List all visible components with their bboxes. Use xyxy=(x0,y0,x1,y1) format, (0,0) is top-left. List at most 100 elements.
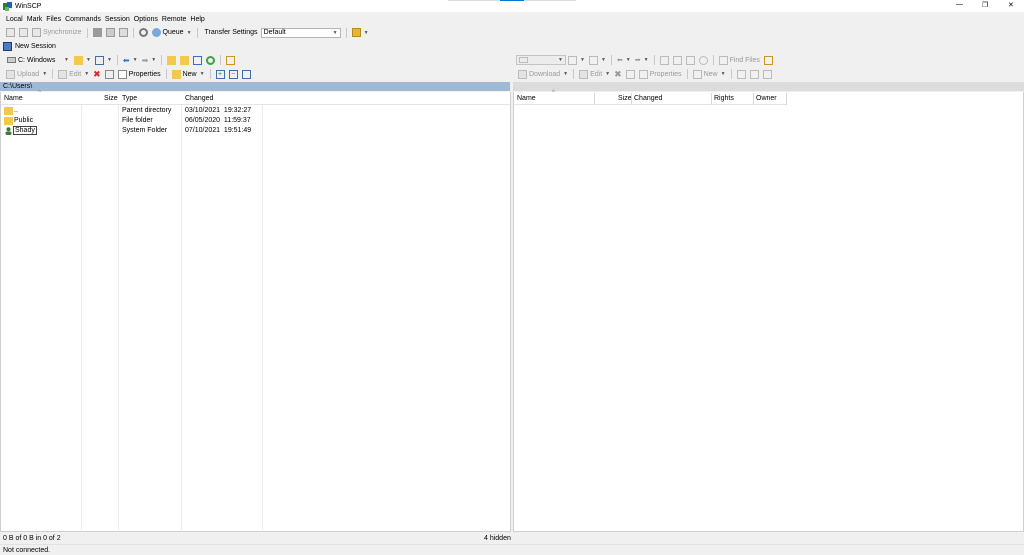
right-column-divider xyxy=(594,93,595,105)
menu-remote[interactable]: Remote xyxy=(162,16,187,23)
right-files-toolbar: Download ▼ Edit ▼ ✖ Properties New ▼ xyxy=(516,68,774,80)
file-name: .. xyxy=(14,107,18,114)
delete-button[interactable]: ✖ xyxy=(612,68,624,80)
chevron-down-icon: ▼ xyxy=(86,57,91,63)
drive-icon xyxy=(7,57,16,63)
edit-button[interactable]: Edit ▼ xyxy=(577,68,612,80)
left-column-changed[interactable]: Changed xyxy=(185,95,213,102)
right-column-changed[interactable]: Changed xyxy=(634,95,662,102)
tab-new-session[interactable]: New Session xyxy=(3,41,56,52)
transfer-presets-button[interactable]: ▼ xyxy=(350,27,371,39)
find-files-button[interactable]: Find Files xyxy=(717,54,762,66)
select-files-button[interactable] xyxy=(735,68,748,80)
home-directory-button[interactable] xyxy=(684,54,697,66)
home-directory-button[interactable] xyxy=(191,54,204,66)
putty-button[interactable] xyxy=(104,27,117,39)
transfer-settings-value: Default xyxy=(263,29,286,36)
download-label: Download xyxy=(529,70,561,78)
console-button[interactable] xyxy=(91,27,104,39)
new-button[interactable]: New ▼ xyxy=(170,68,207,80)
transfer-settings-select[interactable]: Default ▼ xyxy=(260,27,341,38)
edit-button[interactable]: Edit ▼ xyxy=(56,68,91,80)
download-icon xyxy=(518,69,527,79)
maximize-button[interactable]: ❐ xyxy=(982,1,988,9)
open-directory-button[interactable]: ▼ xyxy=(566,54,587,66)
right-column-owner[interactable]: Owner xyxy=(756,95,777,102)
right-path-bar[interactable] xyxy=(513,82,1024,91)
left-column-size[interactable]: Size xyxy=(104,95,118,102)
new-button[interactable]: New ▼ xyxy=(691,68,728,80)
back-button[interactable]: ⬅ ▼ xyxy=(121,54,140,66)
find-button[interactable] xyxy=(117,27,130,39)
root-directory-button[interactable] xyxy=(178,54,191,66)
tracking-button[interactable] xyxy=(762,54,775,66)
filter-files-button[interactable] xyxy=(240,68,253,80)
menu-local[interactable]: Local xyxy=(6,16,23,23)
open-directory-button[interactable]: ▼ xyxy=(72,54,93,66)
keep-up-to-date-button[interactable] xyxy=(17,27,30,39)
edit-icon xyxy=(58,69,68,79)
menu-mark[interactable]: Mark xyxy=(27,16,43,23)
forward-button[interactable]: ➡ ▼ xyxy=(140,54,159,66)
download-button[interactable]: Download ▼ xyxy=(516,68,570,80)
user-folder-icon xyxy=(4,127,13,135)
file-type: Parent directory xyxy=(122,107,172,114)
minus-icon xyxy=(749,69,759,79)
menu-help[interactable]: Help xyxy=(190,16,204,23)
menu-options[interactable]: Options xyxy=(134,16,158,23)
table-row[interactable]: Shady System Folder 07/10/2021 19:51:49 xyxy=(1,126,510,136)
synchronize-button[interactable]: Synchronize xyxy=(30,27,84,39)
refresh-button[interactable] xyxy=(204,54,217,66)
select-files-button[interactable]: + xyxy=(214,68,227,80)
find-files-button[interactable] xyxy=(224,54,237,66)
refresh-icon xyxy=(698,55,708,65)
unselect-files-button[interactable] xyxy=(748,68,761,80)
unselect-files-button[interactable]: − xyxy=(227,68,240,80)
chevron-down-icon: ▼ xyxy=(199,71,205,77)
left-column-type[interactable]: Type xyxy=(122,95,137,102)
delete-icon: ✖ xyxy=(93,68,101,79)
parent-directory-button[interactable] xyxy=(165,54,178,66)
parent-directory-button[interactable] xyxy=(658,54,671,66)
left-column-name[interactable]: Name xyxy=(4,95,23,102)
filter-icon xyxy=(588,55,598,65)
right-column-divider xyxy=(631,93,632,105)
properties-button[interactable]: Properties xyxy=(116,68,163,80)
properties-button[interactable]: Properties xyxy=(637,68,684,80)
chevron-down-icon: ▼ xyxy=(84,71,90,77)
menu-session[interactable]: Session xyxy=(105,16,130,23)
properties-icon xyxy=(638,69,648,79)
menu-files[interactable]: Files xyxy=(46,16,61,23)
back-button[interactable]: ⬅ ▼ xyxy=(615,54,633,66)
menu-commands[interactable]: Commands xyxy=(65,16,101,23)
queue-button[interactable]: Queue ▼ xyxy=(150,27,194,39)
root-directory-button[interactable] xyxy=(671,54,684,66)
filter-button[interactable]: ▼ xyxy=(587,54,608,66)
left-file-list[interactable] xyxy=(0,92,511,532)
right-column-rights[interactable]: Rights xyxy=(714,95,734,102)
right-file-list[interactable] xyxy=(513,92,1024,532)
minimize-button[interactable]: — xyxy=(956,1,963,8)
filter-button[interactable]: ▼ xyxy=(93,54,114,66)
preferences-button[interactable] xyxy=(137,27,150,39)
chevron-down-icon: ▼ xyxy=(643,57,649,63)
right-column-name[interactable]: Name xyxy=(517,95,536,102)
left-drive-select[interactable]: C: Windows ▼ xyxy=(4,55,72,65)
right-directory-select[interactable]: ▼ xyxy=(516,55,566,65)
rename-button[interactable] xyxy=(624,68,637,80)
chevron-down-icon: ▼ xyxy=(563,71,569,77)
filter-files-button[interactable] xyxy=(761,68,774,80)
compare-directories-button[interactable] xyxy=(4,27,17,39)
right-column-size[interactable]: Size xyxy=(618,95,632,102)
refresh-button[interactable] xyxy=(697,54,710,66)
table-row[interactable]: .. Parent directory 03/10/2021 19:32:27 xyxy=(1,106,510,116)
upload-button[interactable]: Upload ▼ xyxy=(4,68,49,80)
left-path-bar[interactable]: C:\Users\ xyxy=(0,82,510,91)
file-name: Public xyxy=(14,117,34,124)
close-button[interactable]: ✕ xyxy=(1008,1,1014,9)
forward-button[interactable]: ➡ ▼ xyxy=(633,54,651,66)
delete-button[interactable]: ✖ xyxy=(91,68,103,80)
table-row[interactable]: Public File folder 06/05/2020 11:59:37 xyxy=(1,116,510,126)
chevron-down-icon: ▼ xyxy=(580,57,585,63)
rename-button[interactable] xyxy=(103,68,116,80)
